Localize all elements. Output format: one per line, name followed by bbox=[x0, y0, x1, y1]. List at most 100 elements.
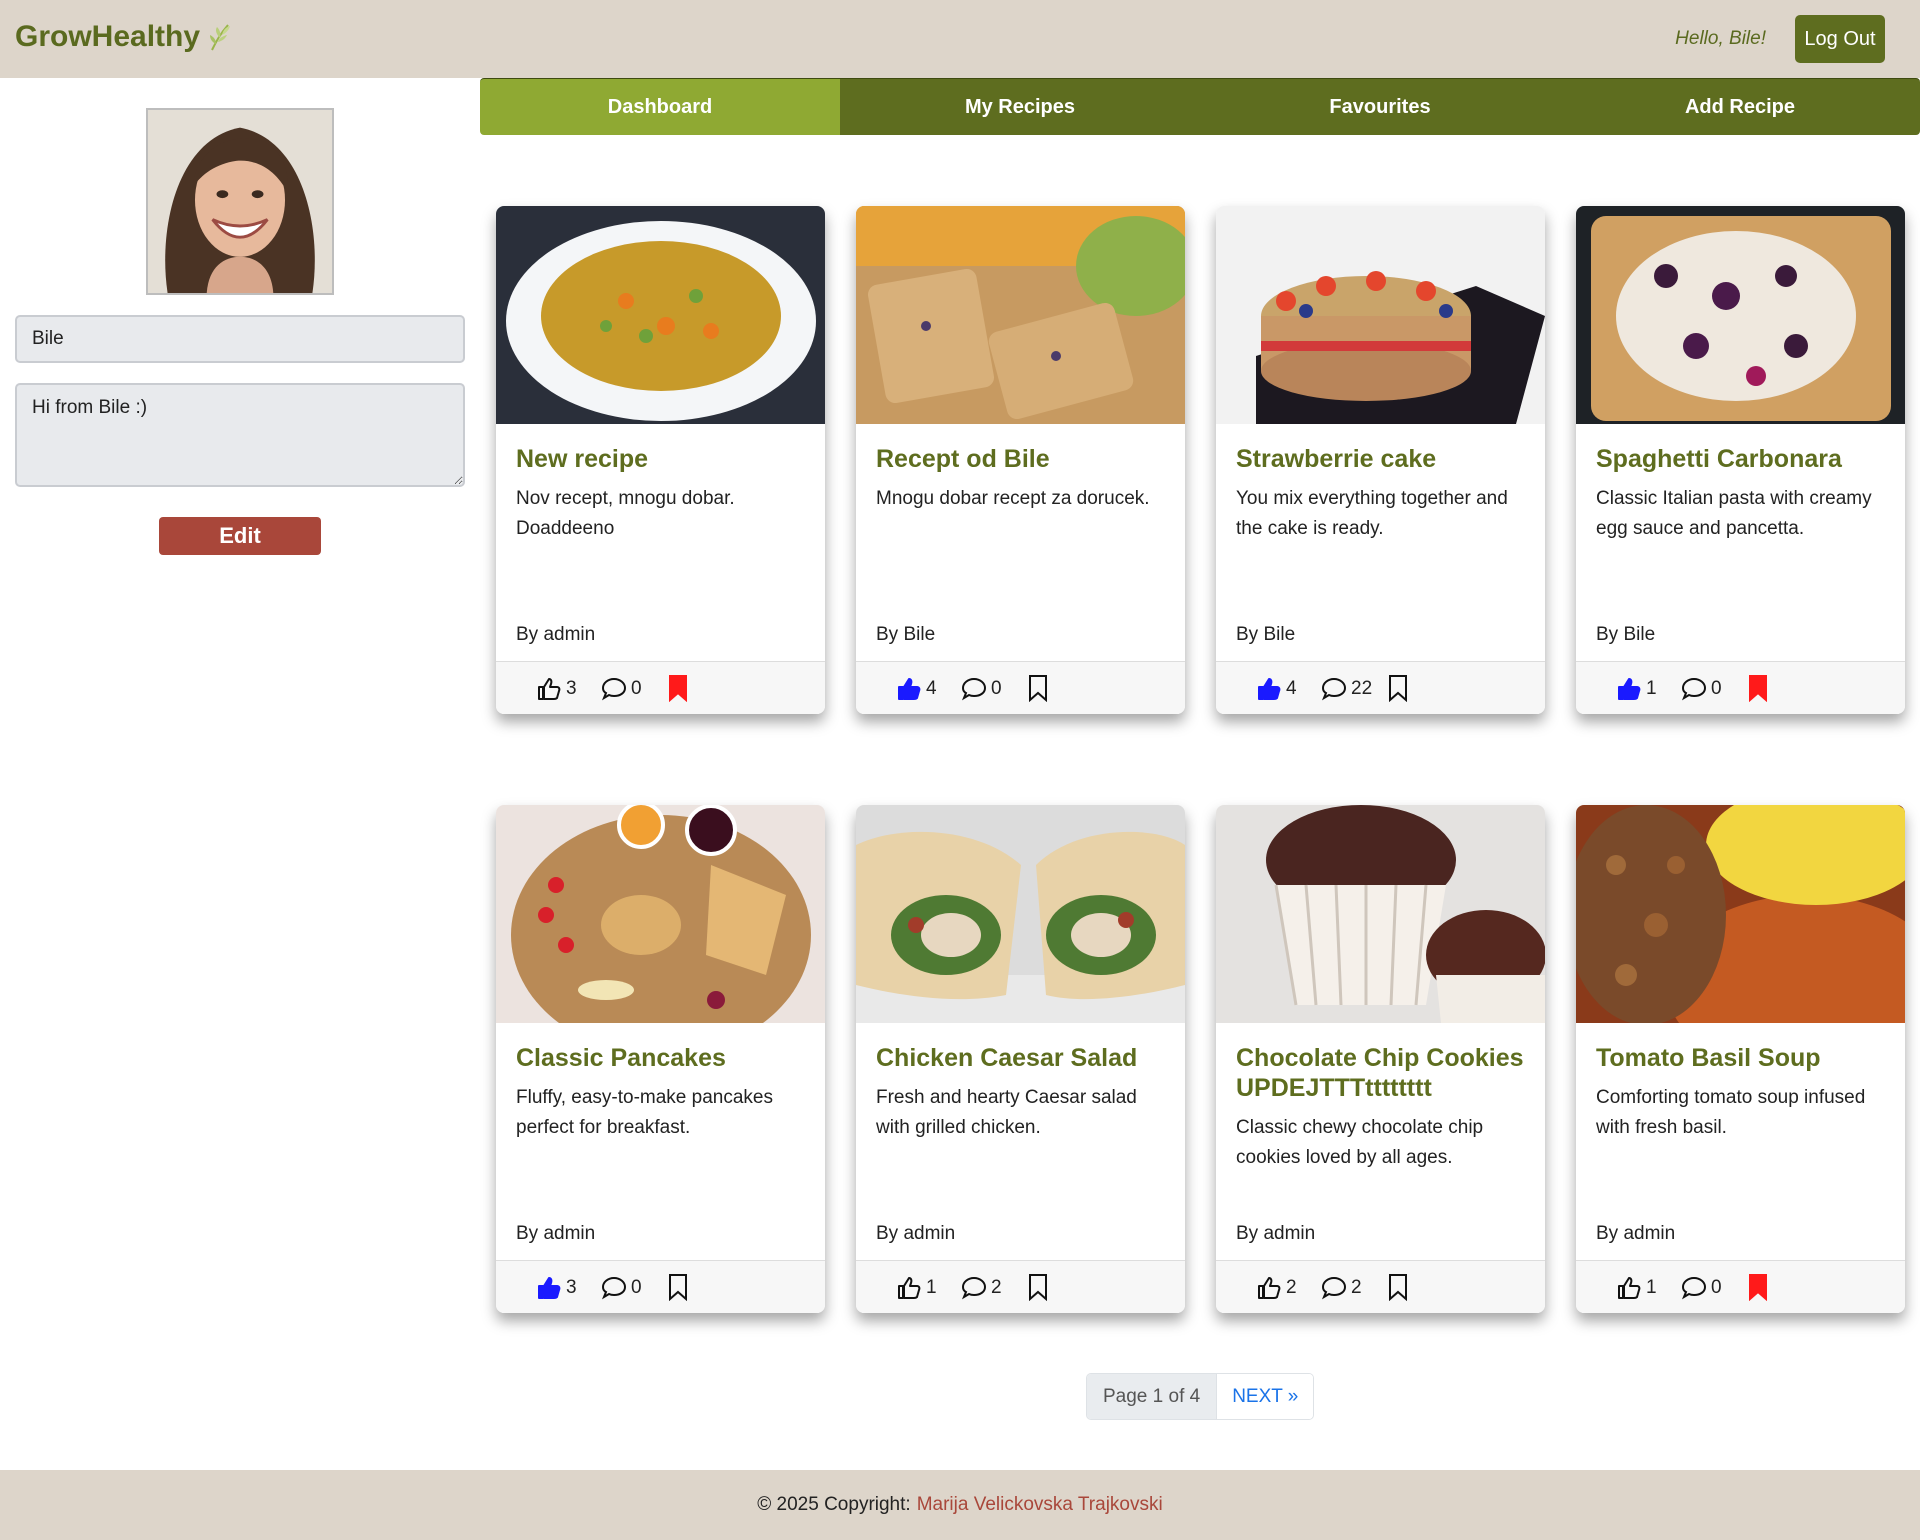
bookmark-icon bbox=[1029, 1274, 1047, 1302]
recipe-card[interactable]: Tomato Basil Soup Comforting tomato soup… bbox=[1576, 805, 1905, 1313]
recipe-description: Classic chewy chocolate chip cookies lov… bbox=[1236, 1117, 1484, 1168]
edit-profile-button[interactable]: Edit bbox=[159, 517, 321, 555]
comment-icon bbox=[601, 677, 627, 701]
copyright-text: © 2025 Copyright: bbox=[757, 1494, 911, 1515]
bookmark-icon bbox=[1749, 1274, 1767, 1302]
like-count: 4 bbox=[926, 678, 937, 699]
tab-dashboard[interactable]: Dashboard bbox=[480, 78, 840, 135]
profile-bio-input[interactable]: Hi from Bile :) bbox=[15, 383, 465, 487]
like-button[interactable]: 4 bbox=[1256, 676, 1297, 702]
recipe-description: Fresh and hearty Caesar salad with grill… bbox=[876, 1087, 1137, 1138]
recipe-actions: 3 0 bbox=[496, 1260, 825, 1313]
main-tabs: Dashboard My Recipes Favourites Add Reci… bbox=[480, 78, 1920, 135]
recipe-author: By admin bbox=[516, 1223, 596, 1244]
next-page-link[interactable]: NEXT » bbox=[1217, 1374, 1314, 1419]
bookmark-button[interactable] bbox=[1027, 1273, 1049, 1306]
page-indicator: Page 1 of 4 bbox=[1087, 1374, 1218, 1419]
recipe-title[interactable]: Spaghetti Carbonara bbox=[1596, 444, 1896, 474]
like-count: 3 bbox=[566, 1277, 577, 1298]
recipe-card[interactable]: Recept od Bile Mnogu dobar recept za dor… bbox=[856, 206, 1185, 714]
like-count: 4 bbox=[1286, 678, 1297, 699]
tab-favourites[interactable]: Favourites bbox=[1200, 78, 1560, 135]
thumbs-up-icon bbox=[1258, 1277, 1281, 1299]
recipe-title[interactable]: Chocolate Chip Cookies UPDEJTTTtttttttt bbox=[1236, 1043, 1536, 1103]
tab-my-recipes[interactable]: My Recipes bbox=[840, 78, 1200, 135]
bookmark-button[interactable] bbox=[1747, 674, 1769, 707]
bookmark-button[interactable] bbox=[667, 674, 689, 707]
like-button[interactable]: 3 bbox=[536, 1275, 577, 1301]
like-count: 3 bbox=[566, 678, 577, 699]
comment-count: 0 bbox=[1711, 1277, 1722, 1298]
recipe-image bbox=[856, 206, 1185, 424]
recipe-author: By admin bbox=[1596, 1223, 1676, 1244]
recipe-actions: 4 0 bbox=[856, 661, 1185, 714]
recipe-description: Fluffy, easy-to-make pancakes perfect fo… bbox=[516, 1087, 773, 1138]
like-count: 2 bbox=[1286, 1277, 1297, 1298]
bookmark-button[interactable] bbox=[1747, 1273, 1769, 1306]
recipe-title[interactable]: New recipe bbox=[516, 444, 816, 474]
comment-button[interactable]: 0 bbox=[961, 676, 1002, 702]
comment-icon bbox=[961, 677, 987, 701]
bookmark-icon bbox=[1029, 675, 1047, 703]
recipe-author: By Bile bbox=[1596, 624, 1656, 645]
like-button[interactable]: 1 bbox=[1616, 676, 1657, 702]
like-count: 1 bbox=[926, 1277, 937, 1298]
recipe-card[interactable]: Classic Pancakes Fluffy, easy-to-make pa… bbox=[496, 805, 825, 1313]
recipe-title[interactable]: Chicken Caesar Salad bbox=[876, 1043, 1176, 1073]
comment-button[interactable]: 0 bbox=[1681, 676, 1722, 702]
like-button[interactable]: 3 bbox=[536, 676, 577, 702]
comment-button[interactable]: 0 bbox=[1681, 1275, 1722, 1301]
bookmark-icon bbox=[1749, 675, 1767, 703]
recipe-author: By admin bbox=[516, 624, 596, 645]
comment-button[interactable]: 2 bbox=[1321, 1275, 1362, 1301]
comment-icon bbox=[601, 1276, 627, 1300]
comment-button[interactable]: 2 bbox=[961, 1275, 1002, 1301]
comment-count: 2 bbox=[991, 1277, 1002, 1298]
recipe-title[interactable]: Classic Pancakes bbox=[516, 1043, 816, 1073]
recipe-actions: 2 2 bbox=[1216, 1260, 1545, 1313]
recipe-image bbox=[1216, 805, 1545, 1023]
comment-icon bbox=[1681, 1276, 1707, 1300]
comment-count: 2 bbox=[1351, 1277, 1362, 1298]
top-navbar: GrowHealthy Hello, Bile! Log Out bbox=[0, 0, 1920, 78]
tab-add-recipe[interactable]: Add Recipe bbox=[1560, 78, 1920, 135]
recipe-author: By admin bbox=[876, 1223, 956, 1244]
like-button[interactable]: 2 bbox=[1256, 1275, 1297, 1301]
bookmark-button[interactable] bbox=[1387, 1273, 1409, 1306]
recipe-card[interactable]: Chocolate Chip Cookies UPDEJTTTtttttttt … bbox=[1216, 805, 1545, 1313]
comment-count: 0 bbox=[631, 1277, 642, 1298]
recipe-author: By Bile bbox=[1236, 624, 1296, 645]
recipe-card[interactable]: Spaghetti Carbonara Classic Italian past… bbox=[1576, 206, 1905, 714]
comment-button[interactable]: 0 bbox=[601, 1275, 642, 1301]
like-button[interactable]: 1 bbox=[896, 1275, 937, 1301]
recipe-title[interactable]: Recept od Bile bbox=[876, 444, 1176, 474]
brand-name: GrowHealthy bbox=[15, 20, 201, 53]
thumbs-up-icon bbox=[1258, 678, 1281, 700]
footer-author-link[interactable]: Marija Velickovska Trajkovski bbox=[917, 1494, 1163, 1516]
recipe-card[interactable]: New recipe Nov recept, mnogu dobar. Doad… bbox=[496, 206, 825, 714]
comment-button[interactable]: 0 bbox=[601, 676, 642, 702]
comment-icon bbox=[1321, 1276, 1347, 1300]
comment-button[interactable]: 22 bbox=[1321, 676, 1372, 702]
logout-button[interactable]: Log Out bbox=[1795, 15, 1885, 63]
recipe-title[interactable]: Strawberrie cake bbox=[1236, 444, 1536, 474]
bookmark-button[interactable] bbox=[667, 1273, 689, 1306]
like-count: 1 bbox=[1646, 678, 1657, 699]
thumbs-up-icon bbox=[538, 678, 561, 700]
recipe-image bbox=[1576, 206, 1905, 424]
profile-name-input[interactable] bbox=[15, 315, 465, 363]
recipe-author: By admin bbox=[1236, 1223, 1316, 1244]
like-button[interactable]: 1 bbox=[1616, 1275, 1657, 1301]
like-button[interactable]: 4 bbox=[896, 676, 937, 702]
bookmark-button[interactable] bbox=[1387, 674, 1409, 707]
recipe-title[interactable]: Tomato Basil Soup bbox=[1596, 1043, 1896, 1073]
thumbs-up-icon bbox=[898, 1277, 921, 1299]
recipe-card[interactable]: Chicken Caesar Salad Fresh and hearty Ca… bbox=[856, 805, 1185, 1313]
recipe-image bbox=[496, 805, 825, 1023]
brand-logo[interactable]: GrowHealthy bbox=[15, 20, 234, 54]
bookmark-button[interactable] bbox=[1027, 674, 1049, 707]
leaf-icon bbox=[210, 24, 231, 51]
recipe-card[interactable]: Strawberrie cake You mix everything toge… bbox=[1216, 206, 1545, 714]
comment-icon bbox=[1681, 677, 1707, 701]
thumbs-up-icon bbox=[898, 678, 921, 700]
